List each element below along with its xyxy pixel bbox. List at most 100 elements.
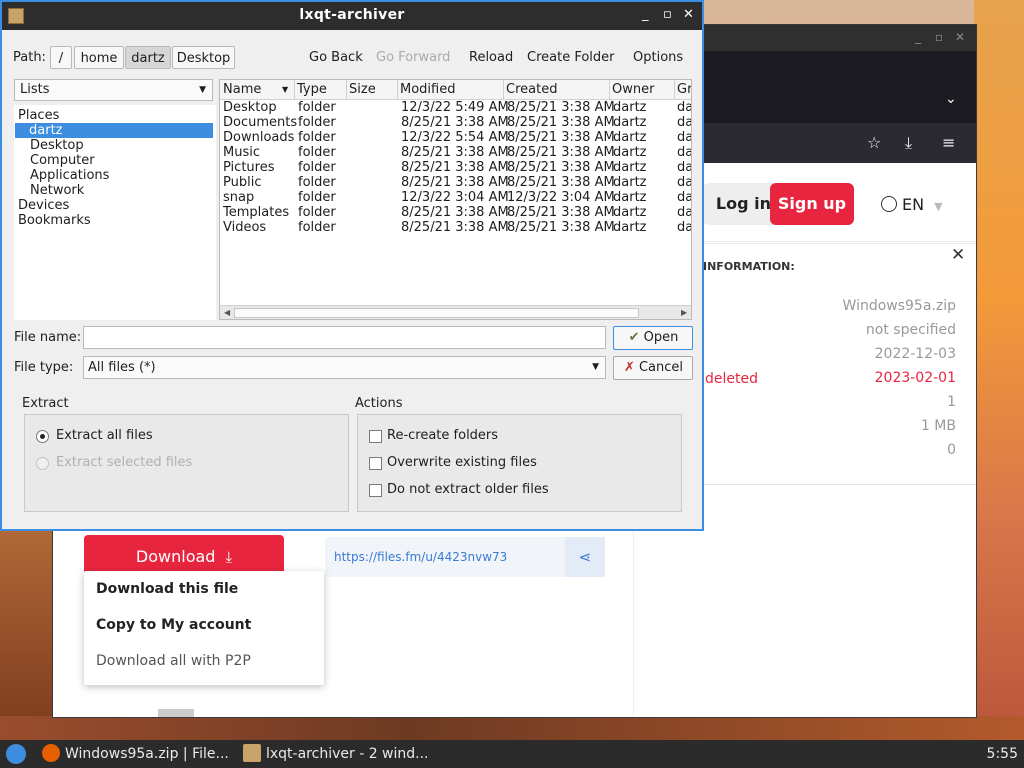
close-icon[interactable]: ✕ [683,7,694,22]
row-group: da [677,220,692,235]
cancel-button[interactable]: ✗ Cancel [613,356,693,380]
taskbar-item-archiver[interactable]: lxqt-archiver - 2 wind... [243,740,429,768]
place-item-network[interactable]: Network [30,183,84,198]
places-header[interactable]: Places [18,108,59,123]
chevron-down-icon[interactable]: ⌄ [945,91,957,107]
actions-group: Re-create folders Overwrite existing fil… [357,414,682,512]
extract-all-label[interactable]: Extract all files [56,428,153,443]
file-type-select[interactable]: All files (*) ▼ [83,356,606,379]
downloads-icon[interactable]: ⤓ [905,133,912,153]
menu-icon[interactable]: ≡ [942,133,955,152]
bookmarks-header[interactable]: Bookmarks [18,213,91,228]
row-created: 8/25/21 3:38 AM [507,220,615,235]
place-item-dartz[interactable]: dartz [15,123,213,138]
column-header-group[interactable]: Gr [677,82,691,97]
desktop-wallpaper-bottom [0,716,1024,740]
info-downloads: 0 [947,442,956,458]
clock: 5:55 [986,746,1018,762]
row-owner: dartz [613,115,647,130]
places-tree: Places dartz Desktop Computer Applicatio… [14,105,216,320]
file-name-input[interactable] [83,326,606,349]
maximize-icon[interactable]: ▫ [663,7,672,22]
row-type: folder [298,130,336,145]
file-type-value: All files (*) [88,360,156,375]
place-item-desktop[interactable]: Desktop [30,138,84,153]
row-owner: dartz [613,100,647,115]
open-icon: ✔ [628,330,640,345]
scrollbar-thumb[interactable] [234,308,639,318]
options-button[interactable]: Options [633,50,683,65]
column-header-size[interactable]: Size [349,82,376,97]
row-group: da [677,190,692,205]
sidebar-mode-select[interactable]: Lists ▼ [14,79,213,101]
bookmark-star-icon[interactable]: ☆ [867,133,881,152]
column-header-type[interactable]: Type [297,82,327,97]
row-name[interactable]: Music [223,145,260,160]
close-icon[interactable]: ✕ [955,30,965,44]
horizontal-scrollbar[interactable]: ◀ ▶ [220,305,691,319]
overwrite-files-label[interactable]: Overwrite existing files [387,455,537,470]
minimize-icon[interactable]: _ [915,30,921,44]
download-icon: ⤓ [225,548,233,566]
path-segment-desktop[interactable]: Desktop [172,46,235,69]
column-header-created[interactable]: Created [506,82,557,97]
maximize-icon[interactable]: ▫ [935,30,943,44]
scroll-left-icon[interactable]: ◀ [224,306,230,319]
column-separator [397,80,398,99]
row-name[interactable]: Pictures [223,160,274,175]
row-created: 8/25/21 3:38 AM [507,175,615,190]
row-created: 8/25/21 3:38 AM [507,130,615,145]
row-type: folder [298,115,336,130]
column-separator [294,80,295,99]
language-selector[interactable]: EN ▼ [881,195,943,214]
recreate-folders-label[interactable]: Re-create folders [387,428,498,443]
close-icon[interactable]: ✕ [951,245,965,265]
scroll-right-icon[interactable]: ▶ [681,306,687,319]
row-name[interactable]: snap [223,190,254,205]
download-dropdown-menu: Download this file Copy to My account Do… [84,571,324,685]
row-name[interactable]: Desktop [223,100,277,115]
path-segment-dartz[interactable]: dartz [125,46,171,69]
partial-element [158,709,194,717]
share-icon[interactable]: ⋖ [565,537,605,577]
overwrite-files-checkbox[interactable] [369,457,382,470]
row-name[interactable]: Downloads [223,130,294,145]
skip-older-files-label[interactable]: Do not extract older files [387,482,549,497]
place-item-computer[interactable]: Computer [30,153,95,168]
file-list: Name ▼ Type Size Modified Created Owner … [219,79,692,320]
signup-button[interactable]: Sign up [770,183,854,225]
column-header-owner[interactable]: Owner [612,82,654,97]
column-header-modified[interactable]: Modified [400,82,455,97]
taskbar-item-firefox[interactable]: Windows95a.zip | File... [42,740,229,768]
minimize-icon[interactable]: _ [642,7,649,22]
devices-header[interactable]: Devices [18,198,69,213]
menu-item-download-file[interactable]: Download this file [96,581,238,597]
menu-item-p2p[interactable]: Download all with P2P [96,653,251,669]
extract-selected-radio[interactable] [36,457,49,470]
path-segment-root[interactable]: / [50,46,72,69]
row-modified: 8/25/21 3:38 AM [401,205,509,220]
row-group: da [677,205,692,220]
info-upload-date: 2022-12-03 [874,346,956,362]
extract-selected-label[interactable]: Extract selected files [56,455,192,470]
row-name[interactable]: Templates [223,205,289,220]
go-forward-button[interactable]: Go Forward [376,50,450,65]
share-url-field[interactable]: https://files.fm/u/4423nvw73 [325,537,565,577]
place-item-applications[interactable]: Applications [30,168,109,183]
info-file-count: 1 [947,394,956,410]
path-segment-home[interactable]: home [74,46,124,69]
recreate-folders-checkbox[interactable] [369,430,382,443]
row-name[interactable]: Documents [223,115,297,130]
row-name[interactable]: Videos [223,220,266,235]
extract-all-radio[interactable] [36,430,49,443]
row-type: folder [298,160,336,175]
reload-button[interactable]: Reload [469,50,513,65]
row-name[interactable]: Public [223,175,261,190]
go-back-button[interactable]: Go Back [309,50,363,65]
menu-item-copy-account[interactable]: Copy to My account [96,617,251,633]
start-menu-icon[interactable] [6,744,26,764]
column-header-name[interactable]: Name [223,82,261,97]
open-button[interactable]: ✔ Open [613,326,693,350]
skip-older-files-checkbox[interactable] [369,484,382,497]
create-folder-button[interactable]: Create Folder [527,50,615,65]
